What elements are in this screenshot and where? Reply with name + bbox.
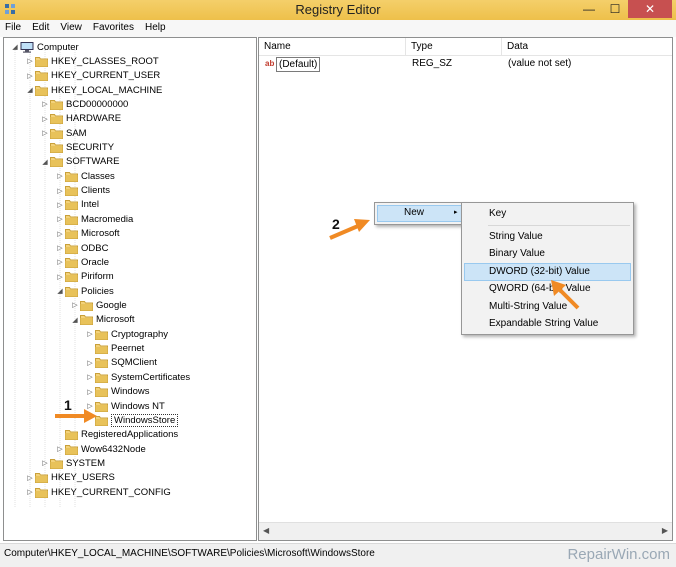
arrow-to-windowsstore-icon xyxy=(55,409,97,423)
annotation-arrows xyxy=(55,219,580,423)
status-path: Computer\HKEY_LOCAL_MACHINE\SOFTWARE\Pol… xyxy=(4,548,375,559)
status-bar: Computer\HKEY_LOCAL_MACHINE\SOFTWARE\Pol… xyxy=(0,543,676,567)
watermark: RepairWin.com xyxy=(567,546,670,563)
arrow-to-dword-icon xyxy=(551,280,580,310)
arrow-to-new-menu-icon xyxy=(329,219,370,240)
